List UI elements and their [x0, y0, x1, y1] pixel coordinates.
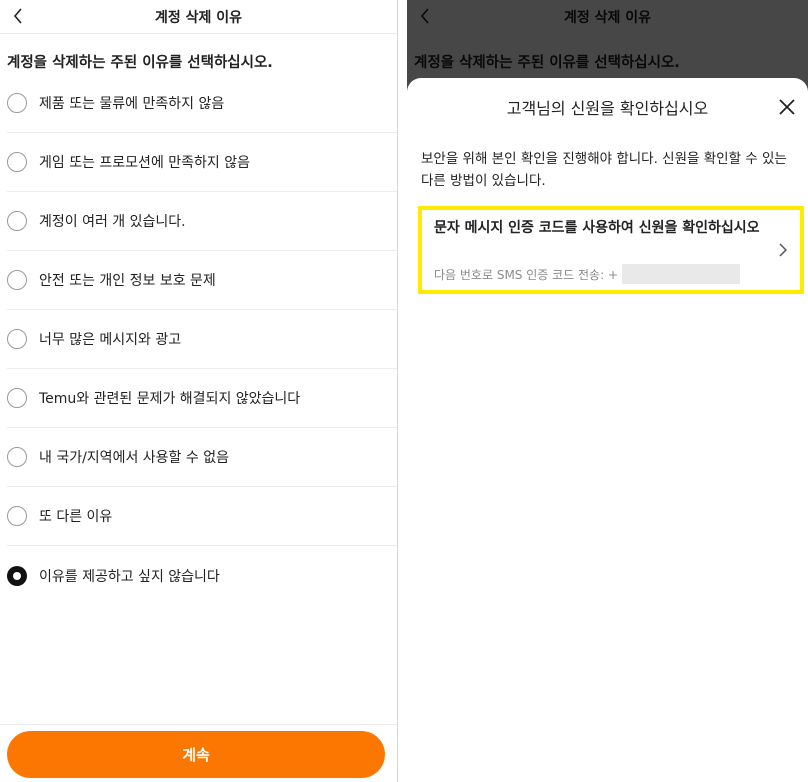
reason-option-label: 제품 또는 물류에 만족하지 않음 — [39, 96, 225, 112]
reason-option[interactable]: Temu와 관련된 문제가 해결되지 않았습니다 — [7, 369, 397, 428]
sheet-header: 고객님의 신원을 확인하십시오 — [407, 78, 808, 136]
page-title: 계정 삭제 이유 — [154, 9, 243, 26]
sms-option-subtitle: 다음 번호로 SMS 인증 코드 전송: + — [434, 264, 741, 284]
continue-button[interactable]: 계속 — [7, 731, 385, 778]
sms-option-title: 문자 메시지 인증 코드를 사용하여 신원을 확인하십시오 — [434, 220, 760, 236]
reason-option[interactable]: 안전 또는 개인 정보 보호 문제 — [7, 251, 397, 310]
reason-option-label: 내 국가/지역에서 사용할 수 없음 — [39, 450, 229, 466]
back-button[interactable] — [6, 2, 30, 30]
reason-option[interactable]: 제품 또는 물류에 만족하지 않음 — [7, 74, 397, 133]
reason-option[interactable]: 이유를 제공하고 싶지 않습니다 — [7, 546, 397, 605]
delete-reason-screen: 계정 삭제 이유 계정을 삭제하는 주된 이유를 선택하십시오. 제품 또는 물… — [0, 0, 397, 782]
sms-option-subtitle-text: 다음 번호로 SMS 인증 코드 전송: + — [434, 267, 619, 282]
reason-option[interactable]: 계정이 여러 개 있습니다. — [7, 192, 397, 251]
radio-empty-icon[interactable] — [7, 152, 27, 172]
panel-divider — [397, 0, 407, 782]
radio-empty-icon[interactable] — [7, 211, 27, 231]
reason-option-label: Temu와 관련된 문제가 해결되지 않았습니다 — [39, 391, 301, 407]
verify-identity-screen: 계정 삭제 이유 계정을 삭제하는 주된 이유를 선택하십시오. 고객님의 신원… — [407, 0, 808, 782]
reason-list: 제품 또는 물류에 만족하지 않음게임 또는 프로모션에 만족하지 않음계정이 … — [0, 74, 397, 605]
reason-option[interactable]: 내 국가/지역에서 사용할 수 없음 — [7, 428, 397, 487]
sms-verification-option[interactable]: 문자 메시지 인증 코드를 사용하여 신원을 확인하십시오 다음 번호로 SMS… — [418, 206, 804, 294]
sheet-title: 고객님의 신원을 확인하십시오 — [506, 99, 709, 118]
radio-empty-icon[interactable] — [7, 447, 27, 467]
radio-dot — [13, 571, 21, 580]
chevron-right-icon — [779, 243, 787, 257]
radio-empty-icon[interactable] — [7, 388, 27, 408]
footer-bar: 계속 — [0, 724, 397, 782]
redacted-phone-number — [622, 264, 741, 284]
chevron-right-wrap — [776, 240, 790, 260]
close-icon — [779, 99, 795, 115]
radio-selected-icon[interactable] — [7, 565, 27, 586]
reason-option-label: 계정이 여러 개 있습니다. — [39, 214, 186, 230]
top-bar: 계정 삭제 이유 — [0, 0, 397, 34]
reason-option-label: 또 다른 이유 — [39, 509, 113, 525]
radio-empty-icon[interactable] — [7, 506, 27, 526]
sheet-description: 보안을 위해 본인 확인을 진행해야 합니다. 신원을 확인할 수 있는 다른 … — [421, 151, 787, 189]
reason-option-label: 안전 또는 개인 정보 보호 문제 — [39, 273, 216, 289]
radio-empty-icon[interactable] — [7, 329, 27, 349]
radio-empty-icon[interactable] — [7, 93, 27, 113]
verify-identity-sheet: 고객님의 신원을 확인하십시오 보안을 위해 본인 확인을 진행해야 합니다. … — [407, 78, 808, 782]
reason-option[interactable]: 게임 또는 프로모션에 만족하지 않음 — [7, 133, 397, 192]
close-button[interactable] — [774, 94, 800, 120]
reason-option-label: 게임 또는 프로모션에 만족하지 않음 — [39, 155, 250, 171]
radio-empty-icon[interactable] — [7, 270, 27, 290]
reason-option-label: 이유를 제공하고 싶지 않습니다 — [39, 568, 220, 585]
reason-option[interactable]: 너무 많은 메시지와 광고 — [7, 310, 397, 369]
reason-option[interactable]: 또 다른 이유 — [7, 487, 397, 546]
chevron-left-icon — [13, 8, 22, 24]
reason-option-label: 너무 많은 메시지와 광고 — [39, 332, 182, 348]
